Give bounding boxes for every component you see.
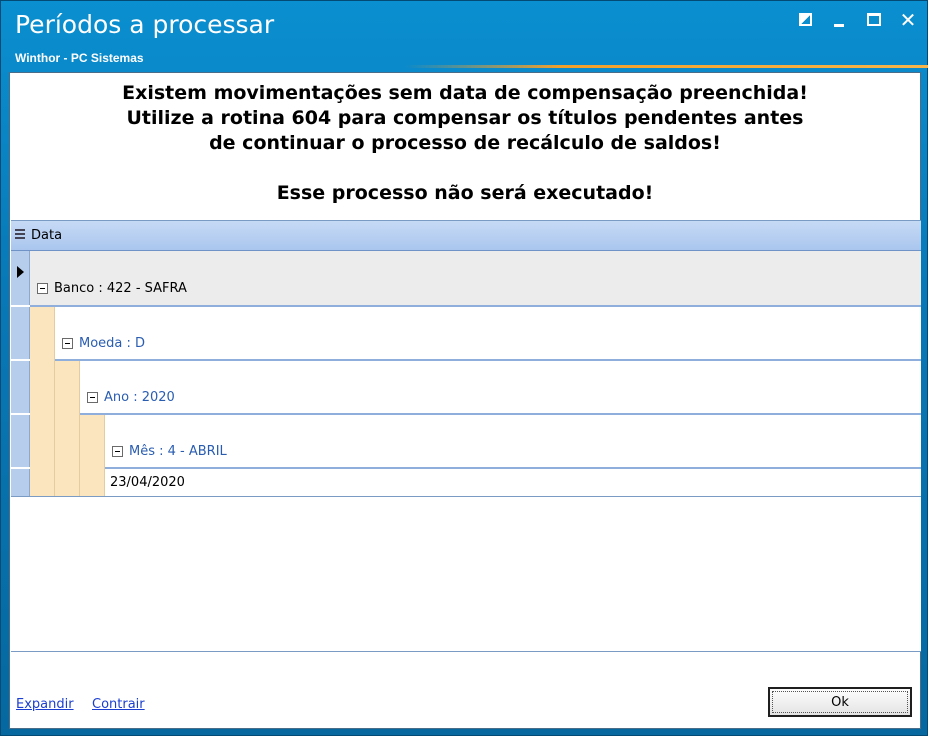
row-separator bbox=[11, 496, 921, 497]
close-icon[interactable]: ✕ bbox=[899, 10, 917, 30]
group-banco: Banco : 422 - SAFRA bbox=[37, 281, 187, 296]
message-line-4: Esse processo não será executado! bbox=[276, 182, 654, 204]
window-controls: ✕ bbox=[797, 10, 917, 33]
dialog-window: Períodos a processar Winthor - PC Sistem… bbox=[0, 0, 928, 736]
collapse-link[interactable]: Contrair bbox=[92, 697, 145, 712]
periods-grid[interactable]: Data Banco : 422 - SAFRA Moeda : D Ano:… bbox=[11, 220, 921, 652]
minimize-icon[interactable] bbox=[831, 11, 849, 29]
row-indicator bbox=[11, 415, 30, 467]
row-separator bbox=[30, 305, 921, 307]
row-separator bbox=[55, 359, 921, 361]
column-header-data[interactable]: Data bbox=[31, 228, 62, 243]
ok-button[interactable]: Ok bbox=[768, 687, 912, 717]
maximize-icon[interactable] bbox=[865, 11, 883, 29]
grid-header: Data bbox=[11, 221, 921, 251]
indent-level-3 bbox=[80, 415, 105, 497]
current-row-arrow-icon bbox=[17, 266, 24, 278]
row-indicator bbox=[11, 307, 30, 359]
row-separator bbox=[80, 413, 921, 415]
row-indicator bbox=[11, 469, 30, 497]
group-banco-label: Banco : 422 - SAFRA bbox=[54, 281, 187, 296]
collapse-ano-icon[interactable] bbox=[87, 392, 98, 403]
restore-icon[interactable] bbox=[797, 11, 815, 29]
indent-level-2 bbox=[55, 361, 80, 497]
group-mes-label: Mês : 4 - ABRIL bbox=[129, 444, 227, 459]
group-row-banco[interactable] bbox=[11, 251, 921, 305]
collapse-banco-icon[interactable] bbox=[37, 283, 48, 294]
row-separator bbox=[105, 467, 921, 469]
expand-link[interactable]: Expandir bbox=[16, 697, 74, 712]
warning-message: Existem movimentações sem data de compen… bbox=[10, 81, 920, 206]
group-ano-label: Ano : 2020 bbox=[104, 390, 175, 405]
title-accent-bar bbox=[405, 65, 928, 68]
window-title: Períodos a processar bbox=[15, 10, 275, 39]
group-moeda[interactable]: Moeda : D bbox=[62, 336, 145, 351]
collapse-moeda-icon[interactable] bbox=[62, 338, 73, 349]
group-ano[interactable]: Ano : 2020 bbox=[87, 390, 175, 405]
data-cell-date[interactable]: 23/04/2020 bbox=[110, 475, 185, 490]
row-indicator bbox=[11, 251, 30, 305]
message-line-1: Existem movimentações sem data de compen… bbox=[122, 82, 808, 104]
row-indicator bbox=[11, 361, 30, 413]
message-line-2: Utilize a rotina 604 para compensar os t… bbox=[126, 107, 804, 129]
group-moeda-label: Moeda : D bbox=[79, 336, 146, 351]
dialog-client-area: Existem movimentações sem data de compen… bbox=[9, 72, 921, 729]
collapse-mes-icon[interactable] bbox=[112, 446, 123, 457]
column-chooser-icon[interactable] bbox=[15, 229, 25, 241]
message-line-3: de continuar o processo de recálculo de … bbox=[209, 132, 721, 154]
indent-level-1 bbox=[30, 307, 55, 497]
window-subtitle: Winthor - PC Sistemas bbox=[15, 51, 144, 65]
group-mes[interactable]: Mês : 4 - ABRIL bbox=[112, 444, 227, 459]
